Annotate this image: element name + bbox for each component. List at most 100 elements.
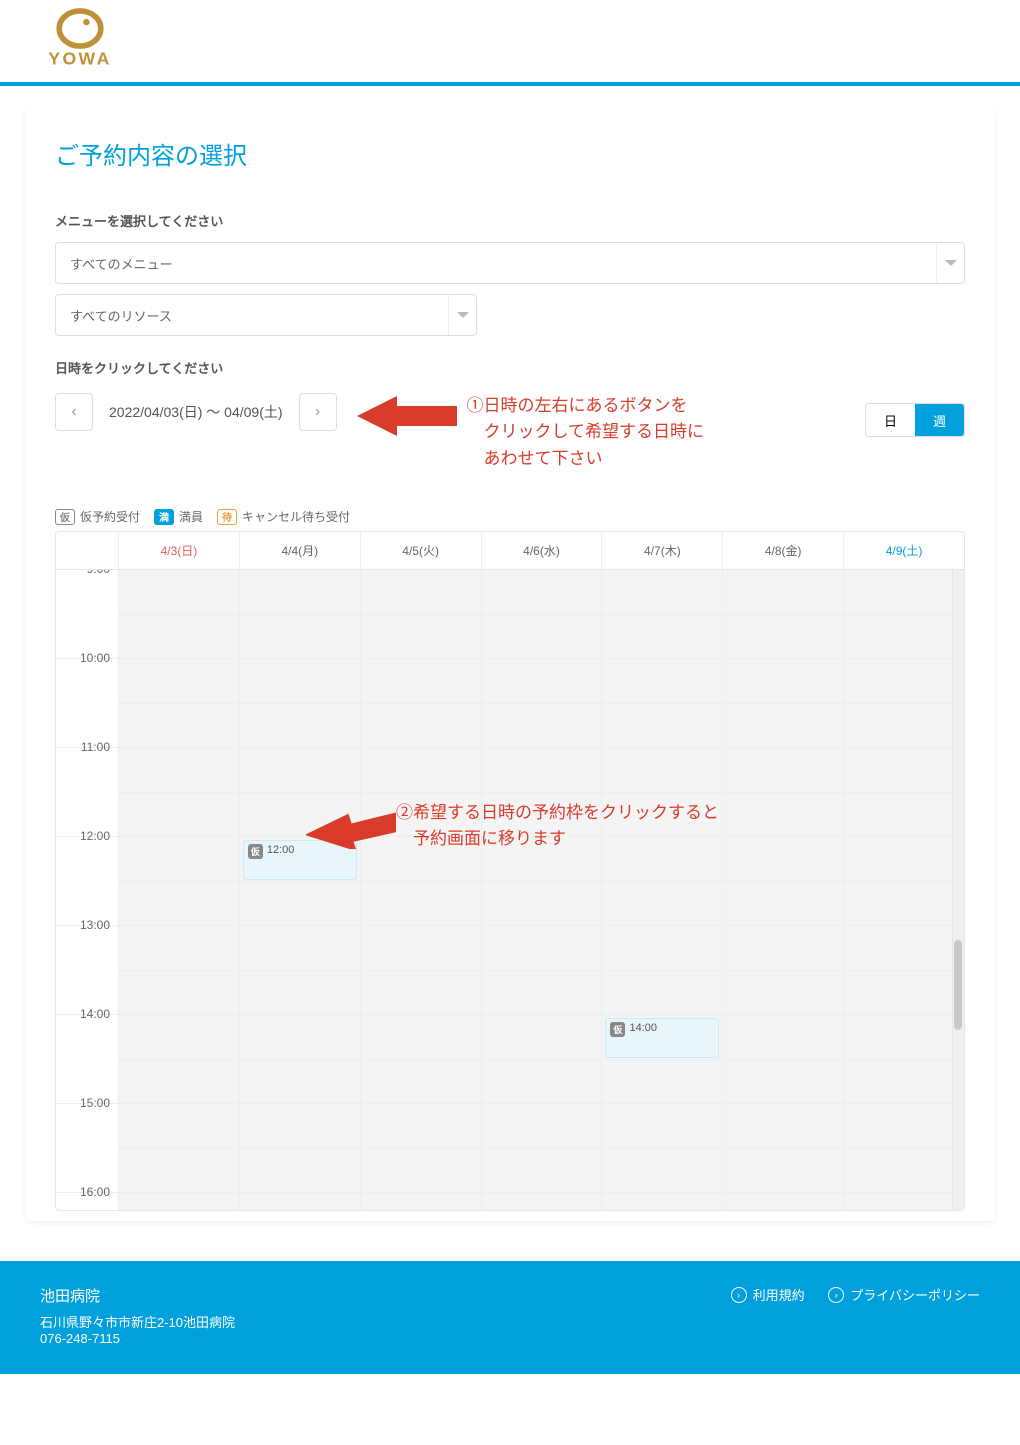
time-row: 15:00 (56, 1104, 118, 1193)
calendar-cell[interactable] (119, 748, 239, 837)
footer-org-name: 池田病院 (40, 1285, 235, 1306)
chevron-right-icon: › (315, 403, 320, 421)
date-nav-row: ‹ 2022/04/03(日) 〜 04/09(土) › ①日時の左右にあるボタ… (55, 393, 965, 472)
slot-time: 14:00 (629, 1022, 657, 1034)
time-row: 13:00 (56, 926, 118, 1015)
view-week-button[interactable]: 週 (915, 404, 964, 436)
day-header: 4/8(金) (722, 532, 843, 569)
calendar-cell[interactable] (602, 659, 722, 748)
time-label: 9:00 (87, 570, 110, 576)
day-column (118, 570, 239, 1210)
calendar-cell[interactable] (844, 926, 964, 1015)
footer-address: 石川県野々市市新庄2-10池田病院 (40, 1312, 235, 1331)
calendar-cell[interactable] (482, 926, 602, 1015)
calendar-header: 4/3(日) 4/4(月) 4/5(火) 4/6(水) 4/7(木) 4/8(金… (56, 532, 964, 570)
calendar-cell[interactable] (240, 748, 360, 837)
view-day-button[interactable]: 日 (866, 404, 915, 436)
menu-select[interactable]: すべてのメニュー (55, 242, 965, 284)
footer: 池田病院 石川県野々市市新庄2-10池田病院 076-248-7115 › 利用… (0, 1261, 1020, 1374)
calendar-cell[interactable] (844, 837, 964, 926)
calendar-cell[interactable] (844, 748, 964, 837)
calendar-cell[interactable] (361, 659, 481, 748)
calendar-cell[interactable] (240, 1193, 360, 1210)
date-range: 2022/04/03(日) 〜 04/09(土) (103, 402, 289, 422)
calendar-cell[interactable] (723, 837, 843, 926)
calendar-cell[interactable] (844, 659, 964, 748)
slot-time: 12:00 (267, 844, 295, 856)
calendar-cell[interactable] (361, 748, 481, 837)
calendar-cell[interactable] (361, 926, 481, 1015)
annotation-1: ①日時の左右にあるボタンを クリックして希望する日時に あわせて下さい (337, 393, 865, 472)
calendar-cell[interactable] (119, 1104, 239, 1193)
calendar-cell[interactable] (723, 1193, 843, 1210)
calendar-cell[interactable] (482, 837, 602, 926)
annotation1-line1: ①日時の左右にあるボタンを (467, 393, 705, 419)
calendar-cell[interactable] (482, 1193, 602, 1210)
chevron-right-circle-icon: › (731, 1287, 747, 1303)
time-label: 15:00 (80, 1096, 110, 1110)
time-row: 12:00 (56, 837, 118, 926)
day-column (360, 570, 481, 1210)
svg-text:YOWA: YOWA (48, 49, 111, 69)
calendar-cell[interactable] (602, 1193, 722, 1210)
day-column (481, 570, 602, 1210)
day-header: 4/7(木) (601, 532, 722, 569)
calendar-cell[interactable] (240, 1015, 360, 1104)
calendar-cell[interactable] (723, 748, 843, 837)
footer-privacy-link[interactable]: › プライバシーポリシー (828, 1285, 980, 1304)
calendar-cell[interactable] (361, 570, 481, 659)
calendar-cell[interactable] (361, 837, 481, 926)
tag-waitlist: 待 (217, 509, 237, 525)
calendar-cell[interactable] (119, 659, 239, 748)
calendar-cell[interactable] (482, 1104, 602, 1193)
calendar-cell[interactable] (482, 570, 602, 659)
footer-terms-link[interactable]: › 利用規約 (731, 1285, 805, 1304)
view-toggle: 日 週 (865, 403, 965, 437)
day-column: 仮12:00 (239, 570, 360, 1210)
calendar-cell[interactable] (482, 748, 602, 837)
day-header: 4/9(土) (843, 532, 964, 569)
calendar-cell[interactable] (602, 926, 722, 1015)
calendar-cell[interactable] (844, 570, 964, 659)
prev-week-button[interactable]: ‹ (55, 393, 93, 431)
scrollbar[interactable] (952, 570, 964, 1210)
calendar-cell[interactable] (240, 570, 360, 659)
calendar-cell[interactable] (723, 570, 843, 659)
next-week-button[interactable]: › (299, 393, 337, 431)
calendar-cell[interactable] (602, 748, 722, 837)
calendar-cell[interactable] (602, 570, 722, 659)
calendar-cell[interactable] (602, 1104, 722, 1193)
time-label: 11:00 (81, 740, 110, 754)
calendar-cell[interactable] (723, 926, 843, 1015)
calendar-cell[interactable] (723, 659, 843, 748)
calendar-cell[interactable] (119, 926, 239, 1015)
topbar: YOWA (0, 0, 1020, 86)
calendar-cell[interactable] (602, 837, 722, 926)
calendar-cell[interactable] (119, 837, 239, 926)
calendar-cell[interactable] (240, 1104, 360, 1193)
calendar-cell[interactable] (482, 659, 602, 748)
tag-provisional: 仮 (55, 509, 75, 525)
calendar-cell[interactable] (844, 1015, 964, 1104)
resource-select[interactable]: すべてのリソース (55, 294, 477, 336)
calendar-cell[interactable] (361, 1104, 481, 1193)
calendar-cell[interactable] (119, 1015, 239, 1104)
calendar-cell[interactable] (119, 1193, 239, 1210)
calendar-cell[interactable] (723, 1015, 843, 1104)
calendar-cell[interactable] (482, 1015, 602, 1104)
calendar-cell[interactable] (844, 1104, 964, 1193)
time-label: 10:00 (80, 651, 110, 665)
footer-phone: 076-248-7115 (40, 1331, 235, 1346)
scrollbar-thumb[interactable] (954, 940, 962, 1030)
calendar-cell[interactable] (240, 926, 360, 1015)
calendar-cell[interactable] (361, 1193, 481, 1210)
booking-slot[interactable]: 仮12:00 (243, 840, 357, 880)
booking-slot[interactable]: 仮14:00 (605, 1018, 719, 1058)
resource-select-value: すべてのリソース (56, 306, 172, 325)
calendar-cell[interactable] (844, 1193, 964, 1210)
calendar-cell[interactable] (361, 1015, 481, 1104)
calendar-cell[interactable] (723, 1104, 843, 1193)
calendar-cell[interactable] (119, 570, 239, 659)
calendar-cell[interactable] (240, 659, 360, 748)
annotation1-line2: クリックして希望する日時に (467, 419, 705, 445)
